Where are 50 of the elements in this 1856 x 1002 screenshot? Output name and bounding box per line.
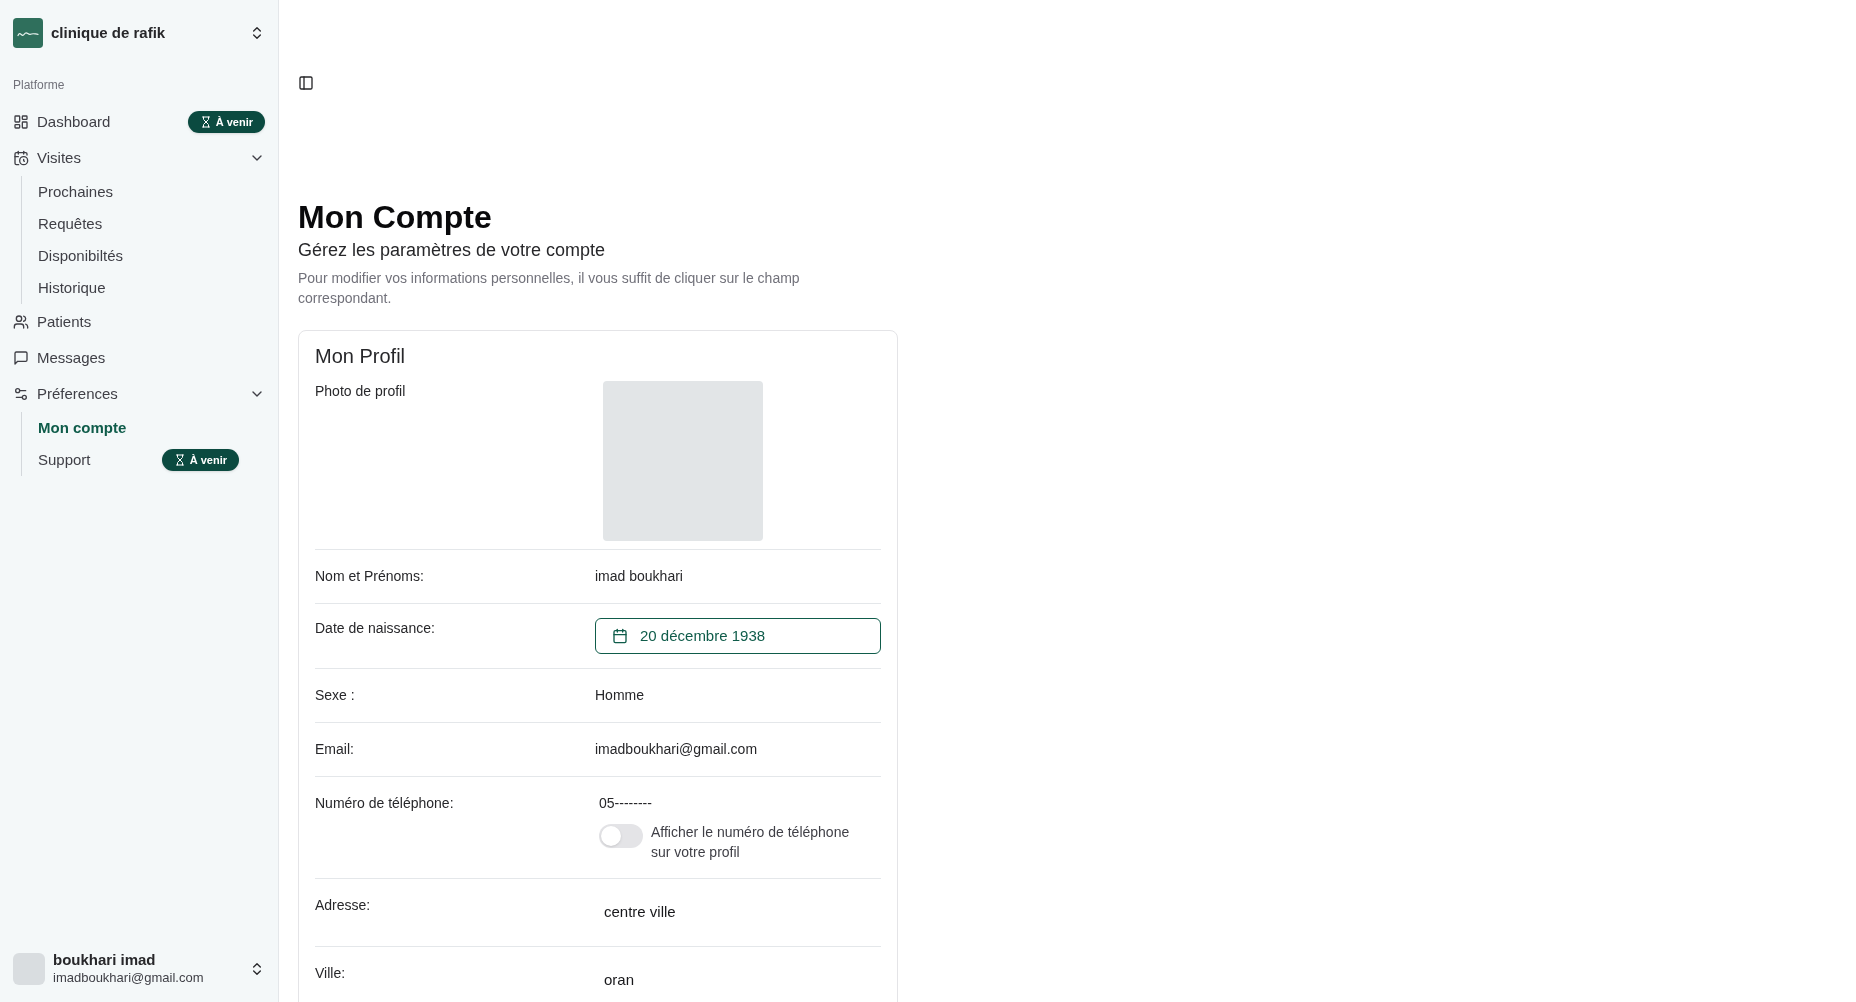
sidebar-toggle-button[interactable]	[298, 75, 314, 91]
panel-left-icon	[298, 75, 314, 91]
logo-icon	[13, 18, 43, 48]
field-label: Ville:	[315, 963, 347, 983]
date-picker-button[interactable]: 20 décembre 1938	[595, 618, 881, 654]
toggle-switch[interactable]	[599, 824, 643, 848]
editable-field[interactable]: oran	[595, 962, 881, 997]
field-value: imad boukhari	[595, 568, 683, 584]
field-label: Date de naissance:	[315, 619, 436, 638]
field-label: Numéro de téléphone:	[315, 794, 455, 813]
sliders-icon	[13, 386, 29, 402]
sidebar-item[interactable]: Dashboard À venir	[13, 104, 265, 140]
editable-field[interactable]: centre ville	[595, 895, 881, 930]
sidebar-subitem[interactable]: Historique	[38, 272, 239, 304]
page-description: Pour modifier vos informations personnelles, il vous suffit de cliquer sur le champ correspondant.	[298, 269, 801, 308]
sidebar-subitem[interactable]: Requêtes	[38, 208, 239, 240]
toggle-label: Afficher le numéro de téléphone sur votre profil	[651, 823, 851, 862]
calendar-icon	[612, 628, 628, 644]
field-label: Sexe :	[315, 686, 356, 705]
avatar-placeholder	[13, 952, 45, 985]
field-label: Nom et Prénoms:	[315, 567, 425, 586]
sidebar-item[interactable]: Patients	[13, 304, 265, 340]
field-value: 05--------	[598, 794, 653, 813]
organization-name: clinique de rafik	[51, 22, 166, 43]
calendar-clock-icon	[13, 150, 29, 166]
sidebar-item[interactable]: Préferences	[13, 376, 265, 412]
field-label: Photo de profil	[315, 382, 407, 401]
user-email: imadboukhari@gmail.com	[53, 969, 204, 986]
sidebar-subitem[interactable]: Prochaines	[38, 176, 239, 208]
user-name: boukhari imad	[53, 951, 157, 970]
field-label: Adresse:	[315, 896, 372, 915]
section-label: Platforme	[13, 77, 66, 94]
sidebar-item[interactable]: Messages	[13, 340, 265, 376]
sidebar-item[interactable]: Visites	[13, 140, 265, 176]
sidebar-subitem[interactable]: Disponibiltés	[38, 240, 239, 272]
coming-soon-badge: À venir	[161, 449, 239, 471]
field-value: imadboukhari@gmail.com	[595, 741, 758, 757]
hourglass-icon	[173, 454, 186, 466]
sidebar-subitem[interactable]: Support À venir	[38, 444, 239, 476]
coming-soon-badge: À venir	[187, 111, 265, 133]
users-icon	[13, 314, 29, 330]
field-value: Homme	[595, 687, 644, 703]
grid-icon	[13, 114, 29, 130]
field-label: Email:	[315, 740, 355, 759]
page-title: Mon Compte	[298, 198, 493, 237]
chat-bubble-icon	[13, 350, 29, 366]
sidebar-subitem[interactable]: Mon compte	[38, 412, 239, 444]
page-subtitle: Gérez les paramètres de votre compte	[298, 239, 607, 262]
hourglass-icon	[199, 116, 212, 128]
card-title: Mon Profil	[315, 344, 407, 369]
